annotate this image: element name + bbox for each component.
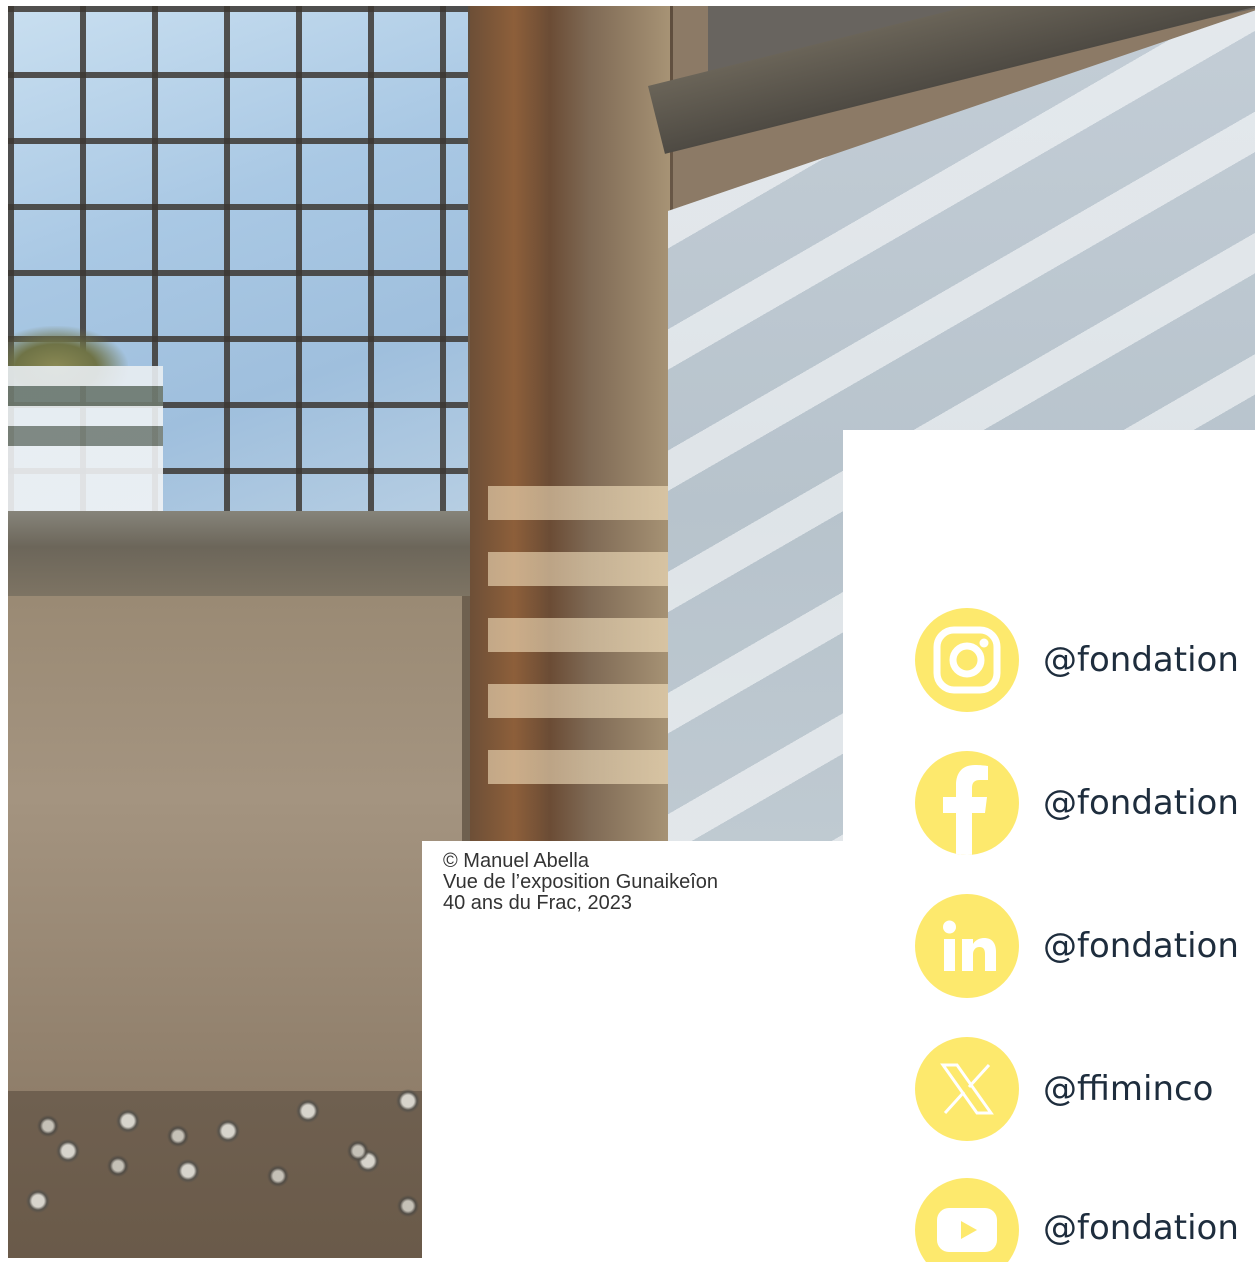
caption-event: 40 ans du Frac, 2023 bbox=[443, 892, 633, 914]
social-handle-instagram[interactable]: @fondation bbox=[1043, 640, 1239, 680]
social-handle-youtube[interactable]: @fondation bbox=[1043, 1208, 1239, 1248]
instagram-icon[interactable] bbox=[915, 608, 1019, 712]
social-handle-facebook[interactable]: @fondation bbox=[1043, 783, 1239, 823]
page: © Manuel Abella Vue de l’exposition Guna… bbox=[0, 0, 1255, 1262]
social-x[interactable]: @ffiminco bbox=[915, 1037, 1255, 1141]
social-youtube[interactable]: @fondation bbox=[915, 1178, 1255, 1262]
social-linkedin[interactable]: @fondation bbox=[915, 894, 1255, 998]
social-instagram[interactable]: @fondation bbox=[915, 608, 1255, 712]
youtube-icon[interactable] bbox=[915, 1178, 1019, 1262]
photo-light-stripes bbox=[488, 486, 678, 816]
caption-exhibition: Vue de l’exposition Gunaikeîon bbox=[443, 871, 718, 893]
caption-credit: © Manuel Abella bbox=[443, 850, 589, 872]
photo-steel-spheres-secondary bbox=[28, 1106, 438, 1246]
social-handle-x[interactable]: @ffiminco bbox=[1043, 1069, 1213, 1109]
photo-caption: © Manuel Abella Vue de l’exposition Guna… bbox=[443, 851, 833, 914]
social-handle-linkedin[interactable]: @fondation bbox=[1043, 926, 1239, 966]
photo-window-sill bbox=[8, 511, 528, 601]
social-facebook[interactable]: @fondation bbox=[915, 751, 1255, 855]
facebook-icon[interactable] bbox=[915, 751, 1019, 855]
linkedin-icon[interactable] bbox=[915, 894, 1019, 998]
photo-window-building bbox=[8, 366, 163, 516]
photo-concrete-panel bbox=[8, 596, 470, 1096]
x-icon[interactable] bbox=[915, 1037, 1019, 1141]
